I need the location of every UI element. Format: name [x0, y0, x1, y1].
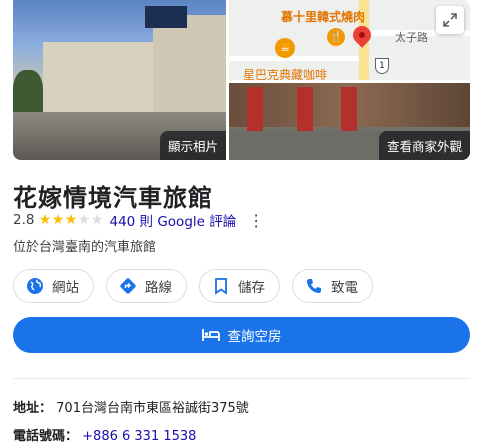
pillar-shape [297, 87, 313, 131]
website-button[interactable]: 網站 [13, 269, 94, 303]
directions-icon [119, 277, 137, 295]
save-button[interactable]: 儲存 [199, 269, 280, 303]
expand-icon [443, 13, 457, 27]
rating-score: 2.8 [13, 212, 35, 228]
exterior-photo[interactable]: 查看商家外觀 [229, 83, 470, 160]
restaurant-pin-icon: 🍴 [327, 28, 345, 46]
building-shape [153, 15, 226, 120]
directions-button-label: 路線 [145, 280, 172, 296]
directions-button[interactable]: 路線 [106, 269, 187, 303]
website-button-label: 網站 [52, 280, 79, 296]
pillar-shape [247, 87, 263, 131]
rating-stars: ★ ★ ★ ★ ★ [38, 212, 104, 228]
bed-icon [201, 328, 220, 342]
check-availability-button[interactable]: 查詢空房 [13, 317, 470, 353]
more-options-icon[interactable]: ⋮ [248, 211, 264, 230]
star-icon: ★ [51, 212, 65, 228]
bookmark-icon [212, 277, 230, 295]
location-pin-icon [349, 22, 375, 48]
place-category: 位於台灣臺南的汽車旅館 [13, 240, 157, 255]
phone-row: 電話號碼： +886 6 331 1538 [13, 425, 196, 444]
check-availability-label: 查詢空房 [227, 329, 282, 345]
map-poi-cafe-label: 星巴克典藏咖啡 [243, 68, 328, 80]
address-value[interactable]: 701台灣台南市東區裕誠街375號 [56, 401, 249, 416]
star-icon: ★ [77, 212, 91, 228]
address-row: 地址： 701台灣台南市東區裕誠街375號 [13, 397, 249, 416]
call-button[interactable]: 致電 [292, 269, 373, 303]
tree-shape [13, 70, 43, 118]
star-icon: ★ [38, 212, 52, 228]
pillar-shape [341, 87, 357, 131]
phone-label: 電話號碼： [13, 429, 79, 444]
save-button-label: 儲存 [238, 280, 265, 296]
view-exterior-label[interactable]: 查看商家外觀 [378, 131, 470, 160]
mini-map[interactable]: 慕十里韓式燒肉 🍴 ☕ 星巴克典藏咖啡 太子路 1 [229, 0, 470, 80]
map-road [229, 56, 359, 61]
building-sign [145, 6, 187, 28]
main-photo[interactable]: 顯示相片 [13, 0, 226, 160]
divider [13, 378, 470, 379]
expand-map-button[interactable] [436, 6, 464, 34]
map-poi-restaurant-label: 慕十里韓式燒肉 [281, 10, 366, 24]
rating-row: 2.8 ★ ★ ★ ★ ★ 440 則 Google 評論 ⋮ [13, 210, 264, 231]
phone-value[interactable]: +886 6 331 1538 [82, 429, 196, 444]
photo-gallery: 顯示相片 慕十里韓式燒肉 🍴 ☕ 星巴克典藏咖啡 太子路 1 查看商家外觀 [13, 0, 470, 160]
star-icon: ★ [64, 212, 78, 228]
globe-icon [26, 277, 44, 295]
map-road-label: 太子路 [395, 31, 428, 44]
building-shape [43, 42, 153, 117]
address-label: 地址： [13, 401, 53, 416]
phone-icon [305, 277, 323, 295]
show-photos-label[interactable]: 顯示相片 [159, 131, 226, 160]
star-icon: ★ [90, 212, 104, 228]
call-button-label: 致電 [331, 280, 358, 296]
cafe-pin-icon: ☕ [275, 38, 295, 58]
route-shield: 1 [375, 58, 389, 74]
place-title: 花嫁情境汽車旅館 [13, 184, 213, 212]
action-buttons: 網站 路線 儲存 致電 [13, 269, 373, 303]
reviews-link[interactable]: 440 則 Google 評論 [109, 210, 236, 230]
